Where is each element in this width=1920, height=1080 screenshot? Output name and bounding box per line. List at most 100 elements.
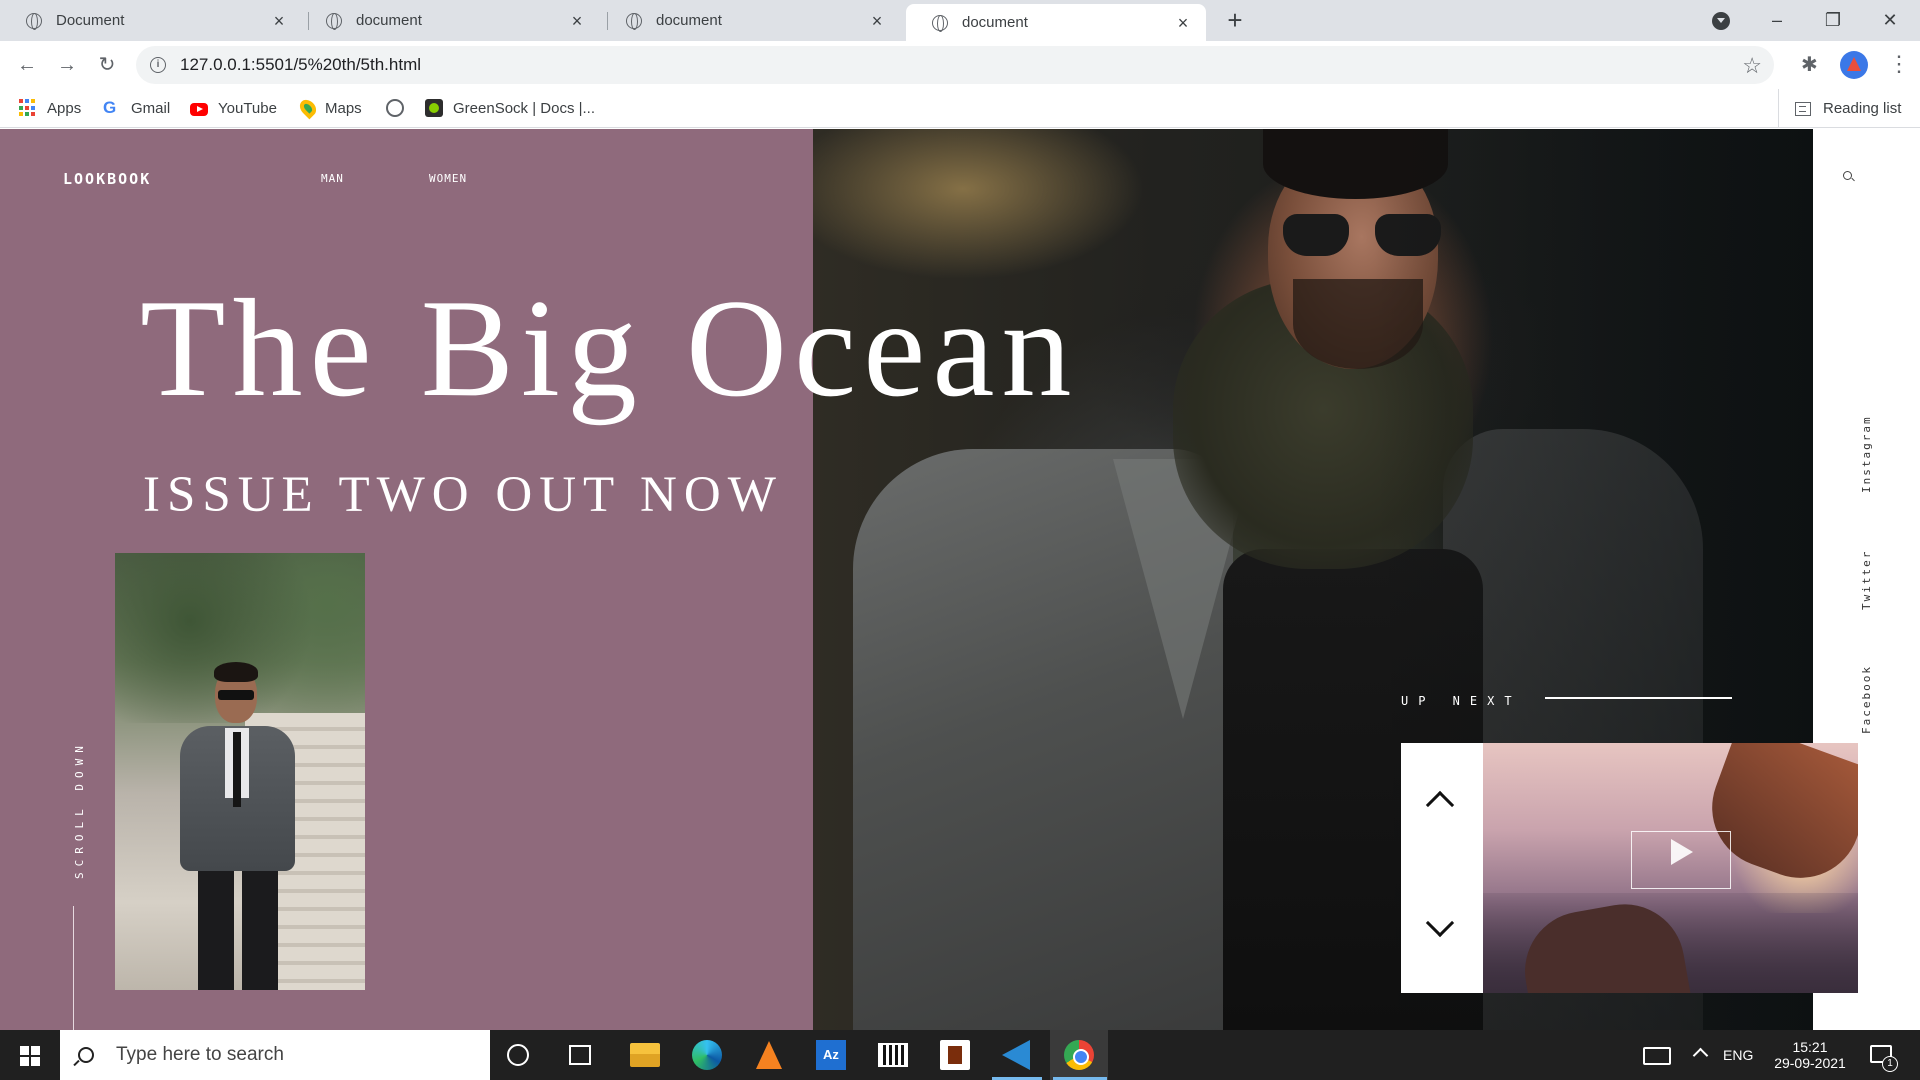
nav-link-women[interactable]: WOMEN bbox=[429, 172, 467, 185]
bookmark-apps[interactable]: Apps bbox=[19, 97, 81, 119]
up-next-line bbox=[1545, 697, 1732, 699]
keyboard-icon[interactable] bbox=[1643, 1047, 1671, 1065]
globe-icon bbox=[326, 12, 342, 30]
vlc-icon[interactable] bbox=[756, 1041, 782, 1069]
browser-menu-icon[interactable]: ⋮ bbox=[1888, 53, 1910, 75]
bookmark-label: Gmail bbox=[131, 99, 171, 117]
reading-list-label: Reading list bbox=[1823, 100, 1902, 117]
edge-browser-icon[interactable] bbox=[692, 1040, 722, 1070]
tie-shape bbox=[233, 732, 241, 807]
task-view-icon[interactable] bbox=[569, 1045, 591, 1065]
close-window-button[interactable]: ✕ bbox=[1875, 6, 1905, 34]
forward-button[interactable]: → bbox=[52, 50, 82, 80]
reading-list-button[interactable]: Reading list bbox=[1778, 89, 1901, 128]
sunglasses-shape bbox=[218, 690, 254, 700]
site-logo[interactable]: LOOKBOOK bbox=[63, 170, 151, 188]
nav-link-man[interactable]: MAN bbox=[321, 172, 344, 185]
close-icon[interactable]: × bbox=[270, 12, 288, 30]
clock-time: 15:21 bbox=[1792, 1039, 1828, 1055]
clock[interactable]: 15:21 29-09-2021 bbox=[1770, 1030, 1850, 1080]
globe-icon bbox=[386, 99, 404, 117]
site-info-icon[interactable]: i bbox=[150, 57, 166, 73]
globe-icon bbox=[932, 14, 948, 32]
notification-count-badge: 1 bbox=[1882, 1056, 1898, 1072]
browser-tab[interactable]: document × bbox=[300, 0, 600, 41]
taskbar-search-placeholder: Type here to search bbox=[116, 1044, 284, 1065]
taskbar-search-box[interactable]: Type here to search bbox=[60, 1030, 490, 1080]
minimize-button[interactable]: – bbox=[1762, 6, 1792, 34]
globe-icon bbox=[626, 12, 642, 30]
cortana-icon[interactable] bbox=[507, 1044, 529, 1066]
tab-title: document bbox=[356, 12, 422, 29]
bookmark-label: YouTube bbox=[218, 99, 277, 117]
windows-taskbar: Type here to search Az ENG 15:21 29-09-2… bbox=[0, 1030, 1920, 1080]
globe-icon bbox=[26, 12, 42, 30]
bookmark-globe[interactable] bbox=[386, 97, 414, 119]
new-tab-button[interactable]: + bbox=[1222, 7, 1248, 33]
bookmark-maps[interactable]: Maps bbox=[296, 96, 362, 120]
model-thumbnail-image[interactable] bbox=[115, 553, 365, 990]
language-indicator[interactable]: ENG bbox=[1723, 1030, 1753, 1080]
browser-tab-active[interactable]: document × bbox=[906, 4, 1206, 41]
bookmark-gmail[interactable]: G Gmail bbox=[103, 97, 170, 119]
azure-data-studio-icon[interactable]: Az bbox=[816, 1040, 846, 1070]
tab-title: Document bbox=[56, 12, 125, 29]
social-link-instagram[interactable]: Instagram bbox=[1860, 415, 1873, 493]
hair-shape bbox=[214, 662, 258, 682]
social-link-facebook[interactable]: Facebook bbox=[1860, 665, 1873, 734]
chevron-up-icon[interactable] bbox=[1425, 790, 1455, 820]
profile-avatar[interactable] bbox=[1840, 51, 1868, 79]
bookmark-label: GreenSock | Docs |... bbox=[453, 99, 596, 117]
page-headline: The Big Ocean bbox=[140, 271, 1079, 426]
chevron-up-icon[interactable] bbox=[1692, 1047, 1709, 1064]
scroll-indicator-line bbox=[73, 906, 74, 1030]
url-text[interactable]: 127.0.0.1:5501/5%20th/5th.html bbox=[180, 55, 421, 75]
bookmark-star-icon[interactable]: ☆ bbox=[1742, 53, 1762, 79]
back-button[interactable]: ← bbox=[12, 50, 42, 80]
close-icon[interactable]: × bbox=[1174, 14, 1192, 32]
bookmark-label: Apps bbox=[47, 99, 82, 117]
play-icon[interactable] bbox=[1671, 839, 1693, 865]
slider-controls bbox=[1401, 743, 1483, 993]
restore-button[interactable]: ❐ bbox=[1818, 6, 1848, 34]
close-icon[interactable]: × bbox=[568, 12, 586, 30]
page-subheadline: ISSUE TWO OUT NOW bbox=[143, 467, 783, 523]
up-next-video-thumbnail[interactable] bbox=[1483, 743, 1858, 993]
youtube-icon bbox=[190, 102, 208, 116]
social-link-twitter[interactable]: Twitter bbox=[1860, 550, 1873, 610]
tab-strip: Document × document × document × documen… bbox=[0, 0, 1920, 41]
bookmark-greensock[interactable]: GreenSock | Docs |... bbox=[425, 97, 595, 119]
browser-tab[interactable]: Document × bbox=[0, 0, 302, 41]
browser-tab[interactable]: document × bbox=[600, 0, 900, 41]
extensions-puzzle-icon[interactable]: ✱ bbox=[1801, 55, 1821, 75]
lookbook-page: LOOKBOOK MAN WOMEN The Big Ocean ISSUE T… bbox=[0, 129, 1920, 1030]
tab-title: document bbox=[656, 12, 722, 29]
bookmark-label: Maps bbox=[325, 99, 362, 117]
bookmark-youtube[interactable]: YouTube bbox=[190, 97, 277, 119]
legs-shape bbox=[198, 863, 278, 990]
clock-date: 29-09-2021 bbox=[1774, 1055, 1846, 1071]
model-figure bbox=[170, 662, 300, 990]
apps-grid-icon bbox=[19, 99, 37, 117]
address-bar[interactable]: i 127.0.0.1:5501/5%20th/5th.html ☆ bbox=[136, 46, 1774, 84]
tab-search-icon[interactable] bbox=[1712, 12, 1730, 30]
reading-list-icon bbox=[1795, 101, 1811, 116]
tab-title: document bbox=[962, 14, 1028, 31]
greensock-icon bbox=[425, 99, 443, 117]
bookmarks-bar: Apps G Gmail YouTube Maps GreenSock | Do… bbox=[0, 89, 1920, 128]
book-app-icon[interactable] bbox=[940, 1040, 970, 1070]
windows-start-icon[interactable] bbox=[20, 1046, 40, 1066]
piano-app-icon[interactable] bbox=[878, 1043, 908, 1067]
file-explorer-icon[interactable] bbox=[630, 1043, 660, 1067]
google-icon: G bbox=[103, 98, 117, 117]
up-next-label: UP NEXT bbox=[1401, 694, 1522, 708]
reload-button[interactable]: ↻ bbox=[92, 50, 122, 80]
search-icon[interactable] bbox=[1843, 171, 1852, 180]
close-icon[interactable]: × bbox=[868, 12, 886, 30]
chevron-down-icon[interactable] bbox=[1425, 908, 1455, 938]
search-icon bbox=[78, 1047, 94, 1063]
browser-toolbar: ← → ↻ i 127.0.0.1:5501/5%20th/5th.html ☆ bbox=[0, 41, 1920, 89]
chrome-icon[interactable] bbox=[1064, 1040, 1094, 1070]
vscode-icon[interactable] bbox=[1002, 1040, 1030, 1070]
scroll-down-label[interactable]: SCROLL DOWN bbox=[73, 740, 86, 879]
